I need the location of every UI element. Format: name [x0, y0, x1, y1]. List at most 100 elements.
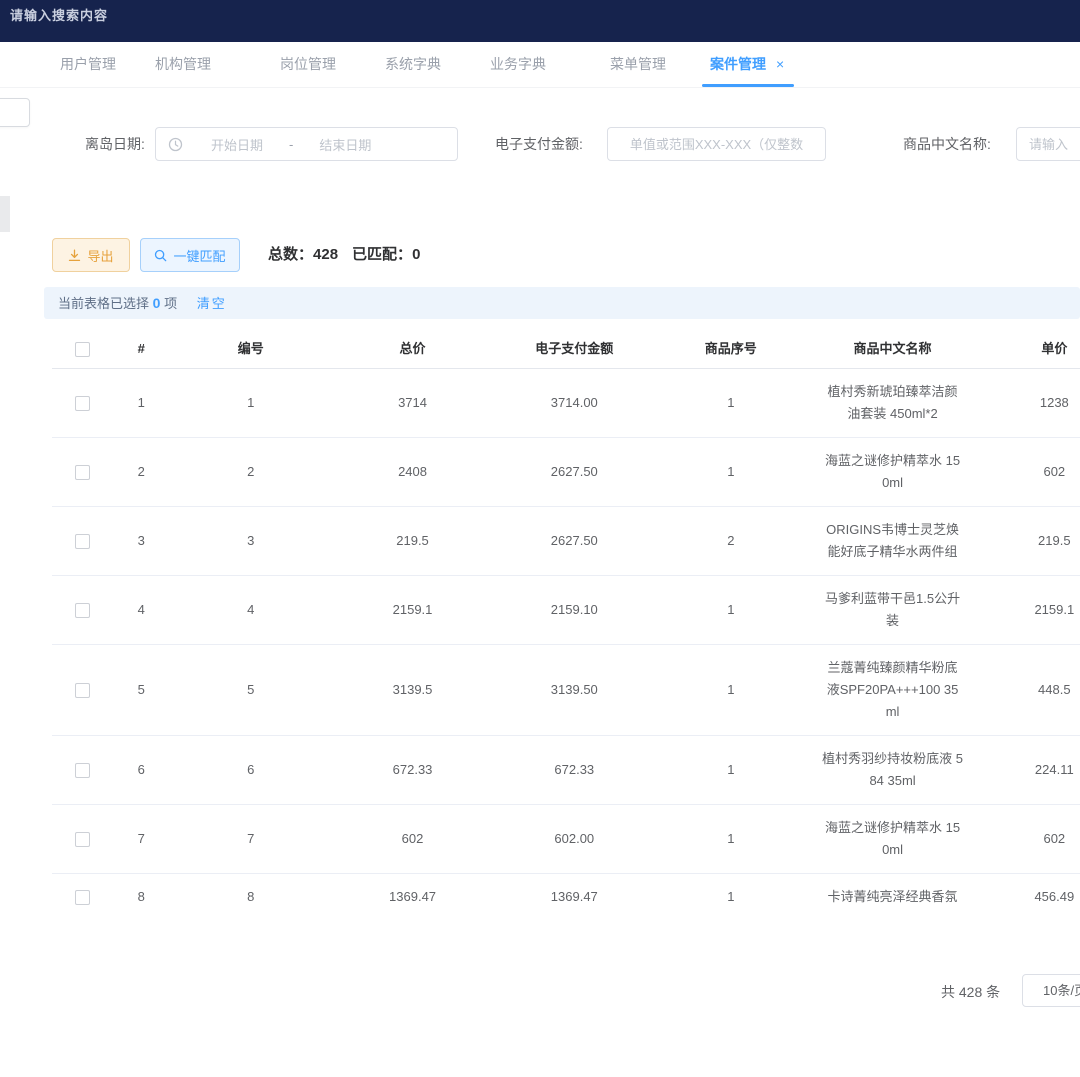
download-icon: [68, 249, 81, 262]
table-row: 4 4 2159.1 2159.10 1 马爹利蓝带干邑1.5公升装 2159.…: [52, 576, 1080, 645]
cell-name: 海蓝之谜修护精萃水 150ml: [822, 450, 964, 494]
data-table: # 编号 总价 电子支付金额 商品序号 商品中文名称 单价 1 1 3714 3…: [52, 330, 1080, 905]
cell-epay: 2627.50: [493, 438, 655, 507]
cell-seq: 1: [655, 369, 806, 438]
row-checkbox[interactable]: [75, 465, 90, 480]
col-unit: 单价: [979, 330, 1080, 369]
cell-code: 3: [170, 507, 332, 576]
cell-name: 兰蔻菁纯臻颜精华粉底液SPF20PA+++100 35 ml: [822, 657, 964, 723]
product-name-input[interactable]: [1016, 127, 1080, 161]
end-date-input[interactable]: 结束日期: [319, 135, 371, 154]
cell-index: 5: [113, 645, 170, 736]
cell-unit: 219.5: [979, 507, 1080, 576]
depart-date-label: 离岛日期:: [85, 128, 145, 160]
product-name-label: 商品中文名称:: [903, 128, 991, 160]
start-date-input[interactable]: 开始日期: [211, 135, 263, 154]
selection-count: 0: [153, 295, 161, 311]
selection-info-bar: 当前表格已选择 0 项 清空: [44, 287, 1080, 319]
col-name: 商品中文名称: [806, 330, 978, 369]
cell-name: 植村秀羽纱持妆粉底液 584 35ml: [822, 748, 964, 792]
tab-case-management[interactable]: 案件管理 ×: [710, 42, 784, 87]
table-header-row: # 编号 总价 电子支付金额 商品序号 商品中文名称 单价: [52, 330, 1080, 369]
export-button[interactable]: 导出: [52, 238, 130, 272]
table-row: 7 7 602 602.00 1 海蓝之谜修护精萃水 150ml 602: [52, 805, 1080, 874]
depart-date-range-picker[interactable]: 开始日期 - 结束日期: [155, 127, 458, 161]
table-row: 8 8 1369.47 1369.47 1 卡诗菁纯亮泽经典香氛 456.49: [52, 874, 1080, 906]
page-size-select[interactable]: 10条/页: [1022, 974, 1080, 1007]
row-checkbox[interactable]: [75, 832, 90, 847]
tab-org-management[interactable]: 机构管理: [155, 42, 211, 87]
col-epay: 电子支付金额: [493, 330, 655, 369]
left-panel-fragment: [0, 98, 30, 127]
col-total: 总价: [332, 330, 494, 369]
cell-seq: 1: [655, 576, 806, 645]
matched-value: 0: [412, 246, 420, 263]
clear-selection-link[interactable]: 清空: [197, 296, 227, 311]
clock-icon: [168, 137, 183, 152]
selection-suffix: 项: [164, 296, 177, 311]
tab-user-management[interactable]: 用户管理: [60, 42, 116, 87]
cell-code: 8: [170, 874, 332, 906]
cell-name: 海蓝之谜修护精萃水 150ml: [822, 817, 964, 861]
cell-unit: 224.11: [979, 736, 1080, 805]
matched-label: 已匹配：: [352, 246, 412, 263]
cell-seq: 2: [655, 507, 806, 576]
cell-epay: 1369.47: [493, 874, 655, 906]
tab-menu-management[interactable]: 菜单管理: [610, 42, 666, 87]
cell-epay: 672.33: [493, 736, 655, 805]
row-checkbox[interactable]: [75, 890, 90, 905]
cell-total: 1369.47: [332, 874, 494, 906]
select-all-checkbox[interactable]: [75, 342, 90, 357]
one-click-match-button[interactable]: 一键匹配: [140, 238, 240, 272]
col-seq: 商品序号: [655, 330, 806, 369]
cell-name: 卡诗菁纯亮泽经典香氛: [822, 886, 964, 905]
epay-amount-input[interactable]: [607, 127, 826, 161]
tab-post-management[interactable]: 岗位管理: [280, 42, 336, 87]
selection-prefix: 当前表格已选择: [58, 296, 149, 311]
row-checkbox[interactable]: [75, 396, 90, 411]
cell-code: 1: [170, 369, 332, 438]
cell-total: 602: [332, 805, 494, 874]
cell-seq: 1: [655, 736, 806, 805]
search-icon: [154, 249, 167, 262]
total-label: 总数：: [268, 246, 313, 263]
cell-total: 2408: [332, 438, 494, 507]
cell-unit: 1238: [979, 369, 1080, 438]
row-checkbox[interactable]: [75, 534, 90, 549]
global-search-input[interactable]: 请输入搜索内容: [10, 5, 108, 24]
table-row: 5 5 3139.5 3139.50 1 兰蔻菁纯臻颜精华粉底液SPF20PA+…: [52, 645, 1080, 736]
cell-code: 7: [170, 805, 332, 874]
cell-epay: 2159.10: [493, 576, 655, 645]
cell-index: 8: [113, 874, 170, 906]
tab-system-dict[interactable]: 系统字典: [385, 42, 441, 87]
cell-epay: 602.00: [493, 805, 655, 874]
total-value: 428: [313, 246, 338, 263]
table-row: 6 6 672.33 672.33 1 植村秀羽纱持妆粉底液 584 35ml …: [52, 736, 1080, 805]
row-checkbox[interactable]: [75, 683, 90, 698]
col-code: 编号: [170, 330, 332, 369]
one-click-match-label: 一键匹配: [173, 246, 225, 265]
cell-unit: 602: [979, 438, 1080, 507]
pagination-total: 共 428 条: [941, 982, 1000, 1002]
cell-seq: 1: [655, 805, 806, 874]
tab-business-dict[interactable]: 业务字典: [490, 42, 546, 87]
table-row: 1 1 3714 3714.00 1 植村秀新琥珀臻萃洁颜油套装 450ml*2…: [52, 369, 1080, 438]
cell-unit: 602: [979, 805, 1080, 874]
cell-index: 6: [113, 736, 170, 805]
tab-case-management-label: 案件管理: [710, 56, 766, 72]
cell-seq: 1: [655, 438, 806, 507]
col-index: #: [113, 330, 170, 369]
row-checkbox[interactable]: [75, 603, 90, 618]
cell-index: 1: [113, 369, 170, 438]
date-range-separator: -: [289, 137, 293, 152]
case-management-page: 请输入搜索内容 用户管理 机构管理 岗位管理 系统字典 业务字典 菜单管理 案件…: [0, 0, 1080, 1077]
cell-unit: 2159.1: [979, 576, 1080, 645]
cell-epay: 2627.50: [493, 507, 655, 576]
cell-name: 植村秀新琥珀臻萃洁颜油套装 450ml*2: [822, 381, 964, 425]
topbar: 请输入搜索内容: [0, 0, 1080, 42]
epay-amount-label: 电子支付金额:: [495, 128, 583, 160]
cell-total: 2159.1: [332, 576, 494, 645]
close-icon[interactable]: ×: [776, 56, 784, 72]
cell-code: 6: [170, 736, 332, 805]
row-checkbox[interactable]: [75, 763, 90, 778]
